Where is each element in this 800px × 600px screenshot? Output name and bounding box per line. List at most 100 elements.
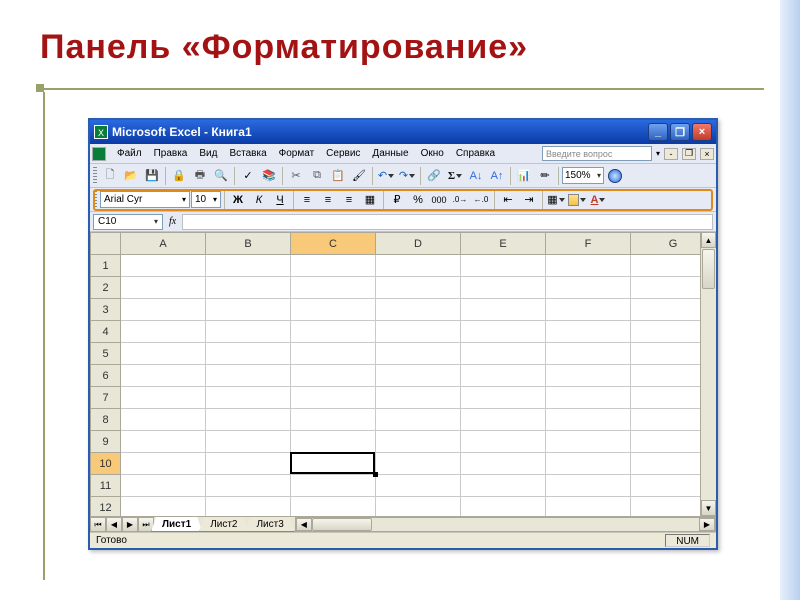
cell-F11[interactable] <box>546 475 631 497</box>
col-header-F[interactable]: F <box>546 233 631 255</box>
cell-E9[interactable] <box>461 431 546 453</box>
new-button[interactable]: 🗋 <box>100 166 120 186</box>
cell-D12[interactable] <box>376 497 461 517</box>
toolbar-grip-icon[interactable] <box>93 167 97 185</box>
increase-decimal-button[interactable]: .0→ <box>450 190 470 210</box>
row-header-10[interactable]: 10 <box>91 453 121 475</box>
sheet-tab-1[interactable]: Лист1 <box>151 517 202 532</box>
tab-nav-prev[interactable]: ◀ <box>106 517 122 532</box>
cell-C6[interactable] <box>291 365 376 387</box>
cell-C12[interactable] <box>291 497 376 517</box>
cell-G11[interactable] <box>631 475 701 497</box>
workbook-close-button[interactable]: × <box>700 148 714 160</box>
cell-G7[interactable] <box>631 387 701 409</box>
cell-B3[interactable] <box>206 299 291 321</box>
col-header-E[interactable]: E <box>461 233 546 255</box>
cell-G1[interactable] <box>631 255 701 277</box>
col-header-G[interactable]: G <box>631 233 701 255</box>
help-dropdown-icon[interactable]: ▾ <box>656 149 660 158</box>
cell-D9[interactable] <box>376 431 461 453</box>
cell-F2[interactable] <box>546 277 631 299</box>
cell-D2[interactable] <box>376 277 461 299</box>
redo-button[interactable]: ↷ <box>397 166 417 186</box>
zoom-combo[interactable]: 150% <box>562 167 604 184</box>
cell-B5[interactable] <box>206 343 291 365</box>
underline-button[interactable]: Ч <box>270 190 290 210</box>
align-center-button[interactable]: ≡ <box>318 190 338 210</box>
cell-G5[interactable] <box>631 343 701 365</box>
cell-D8[interactable] <box>376 409 461 431</box>
cell-G4[interactable] <box>631 321 701 343</box>
menu-file[interactable]: Файл <box>112 147 147 160</box>
cell-A7[interactable] <box>121 387 206 409</box>
minimize-button[interactable]: _ <box>648 123 668 141</box>
borders-button[interactable]: ▦ <box>546 190 566 210</box>
print-preview-button[interactable]: 🔍 <box>211 166 231 186</box>
cell-F9[interactable] <box>546 431 631 453</box>
horizontal-scroll-thumb[interactable] <box>312 518 372 531</box>
row-header-6[interactable]: 6 <box>91 365 121 387</box>
toolbar-grip-icon[interactable] <box>93 191 97 209</box>
cell-B10[interactable] <box>206 453 291 475</box>
cell-E5[interactable] <box>461 343 546 365</box>
currency-button[interactable]: ₽ <box>387 190 407 210</box>
workbook-minimize-button[interactable]: - <box>664 148 678 160</box>
col-header-B[interactable]: B <box>206 233 291 255</box>
cell-B6[interactable] <box>206 365 291 387</box>
cell-A2[interactable] <box>121 277 206 299</box>
row-header-9[interactable]: 9 <box>91 431 121 453</box>
close-button[interactable]: × <box>692 123 712 141</box>
align-right-button[interactable]: ≡ <box>339 190 359 210</box>
cell-A9[interactable] <box>121 431 206 453</box>
cell-F12[interactable] <box>546 497 631 517</box>
row-header-12[interactable]: 12 <box>91 497 121 517</box>
cell-A5[interactable] <box>121 343 206 365</box>
cell-B9[interactable] <box>206 431 291 453</box>
sheet-tab-3[interactable]: Лист3 <box>245 517 294 532</box>
cell-G2[interactable] <box>631 277 701 299</box>
vertical-scroll-thumb[interactable] <box>702 249 715 289</box>
row-header-4[interactable]: 4 <box>91 321 121 343</box>
horizontal-scrollbar[interactable]: ◀ ▶ <box>295 517 716 532</box>
tab-nav-first[interactable]: ⏮ <box>90 517 106 532</box>
cell-F10[interactable] <box>546 453 631 475</box>
cut-button[interactable]: ✂ <box>286 166 306 186</box>
cell-B4[interactable] <box>206 321 291 343</box>
row-header-3[interactable]: 3 <box>91 299 121 321</box>
cell-B11[interactable] <box>206 475 291 497</box>
row-header-11[interactable]: 11 <box>91 475 121 497</box>
fill-color-button[interactable] <box>567 190 587 210</box>
row-header-2[interactable]: 2 <box>91 277 121 299</box>
font-size-combo[interactable]: 10 <box>191 191 221 208</box>
cell-B1[interactable] <box>206 255 291 277</box>
cell-A8[interactable] <box>121 409 206 431</box>
research-button[interactable]: 📚 <box>259 166 279 186</box>
cell-B8[interactable] <box>206 409 291 431</box>
menu-data[interactable]: Данные <box>367 147 413 160</box>
permission-button[interactable]: 🔒 <box>169 166 189 186</box>
vertical-scrollbar[interactable]: ▲ ▼ <box>700 232 716 516</box>
cell-D3[interactable] <box>376 299 461 321</box>
font-name-combo[interactable]: Arial Cyr <box>100 191 190 208</box>
cell-G12[interactable] <box>631 497 701 517</box>
select-all-button[interactable] <box>91 233 121 255</box>
help-search-input[interactable]: Введите вопрос <box>542 146 652 161</box>
menu-tools[interactable]: Сервис <box>321 147 365 160</box>
cell-F8[interactable] <box>546 409 631 431</box>
col-header-C[interactable]: C <box>291 233 376 255</box>
spellcheck-button[interactable]: ✓ <box>238 166 258 186</box>
cell-F6[interactable] <box>546 365 631 387</box>
tab-nav-next[interactable]: ▶ <box>122 517 138 532</box>
cell-G3[interactable] <box>631 299 701 321</box>
cell-F1[interactable] <box>546 255 631 277</box>
sort-asc-button[interactable]: A↓ <box>466 166 486 186</box>
row-header-1[interactable]: 1 <box>91 255 121 277</box>
autosum-button[interactable]: Σ <box>445 166 465 186</box>
cell-E3[interactable] <box>461 299 546 321</box>
decrease-decimal-button[interactable]: ←.0 <box>471 190 491 210</box>
cell-D11[interactable] <box>376 475 461 497</box>
cell-E11[interactable] <box>461 475 546 497</box>
cell-C4[interactable] <box>291 321 376 343</box>
print-button[interactable]: 🖶 <box>190 166 210 186</box>
decrease-indent-button[interactable]: ⇤ <box>498 190 518 210</box>
